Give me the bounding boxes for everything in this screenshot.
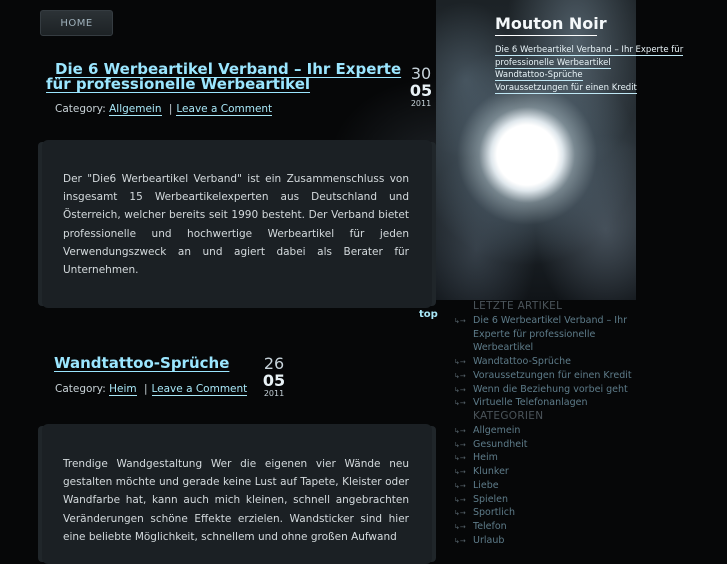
post-title-link-line2[interactable]: für professionelle Werbeartikel xyxy=(46,76,310,92)
post-date-day: 26 xyxy=(263,354,285,373)
post-content: Trendige Wandgestaltung Wer die eigenen … xyxy=(63,458,409,543)
title-underline xyxy=(495,35,597,36)
recent-post-item[interactable]: ↳→ Voraussetzungen für einen Kredit xyxy=(454,369,632,384)
category-link[interactable]: Heim xyxy=(109,383,137,396)
arrow-icon: ↳→ xyxy=(454,481,466,490)
recent-post-item[interactable]: ↳→ Wandtattoo-Sprüche xyxy=(454,355,571,370)
post-date-month: 05 xyxy=(409,81,433,100)
arrow-icon: ↳→ xyxy=(454,454,466,463)
post-date-year: 2011 xyxy=(410,99,432,108)
post-meta: Category: Allgemein | Leave a Comment xyxy=(55,103,273,116)
back-to-top-link[interactable]: top xyxy=(419,309,438,320)
category-item[interactable]: ↳→ Allgemein xyxy=(454,424,520,439)
header-recent-link[interactable]: Die 6 Werbeartikel Verband – Ihr Experte… xyxy=(495,44,684,57)
header-recent-link[interactable]: Wandtattoo-Sprüche xyxy=(495,69,583,82)
header-recent-link[interactable]: Voraussetzungen für einen Kredit xyxy=(495,82,637,95)
recent-post-item-cont[interactable]: Experte für professionelle xyxy=(473,328,595,342)
leave-comment-link[interactable]: Leave a Comment xyxy=(151,383,248,396)
arrow-icon: ↳→ xyxy=(454,399,466,408)
recent-post-item-cont[interactable]: Werbeartikel xyxy=(473,341,533,355)
post-date-month: 05 xyxy=(262,371,286,390)
post-content-box: Trendige Wandgestaltung Wer die eigenen … xyxy=(42,424,432,564)
category-item[interactable]: ↳→ Liebe xyxy=(454,479,499,494)
meta-separator: | xyxy=(143,383,148,395)
arrow-icon: ↳→ xyxy=(454,495,466,504)
post-date: 26 05 2011 xyxy=(258,355,290,399)
arrow-icon: ↳→ xyxy=(454,468,466,477)
category-label: Category: xyxy=(55,103,106,115)
category-link[interactable]: Allgemein xyxy=(109,103,162,116)
arrow-icon: ↳→ xyxy=(454,522,466,531)
header-recent-link[interactable]: professionelle Werbeartikel xyxy=(495,57,611,70)
arrow-icon: ↳→ xyxy=(454,427,466,435)
arrow-icon: ↳→ xyxy=(454,385,466,394)
arrow-icon: ↳→ xyxy=(454,358,466,367)
arrow-icon: ↳→ xyxy=(454,317,466,325)
post-meta: Category: Heim | Leave a Comment xyxy=(55,383,248,396)
post-date-day: 30 xyxy=(410,64,432,83)
arrow-icon: ↳→ xyxy=(454,440,466,449)
arrow-icon: ↳→ xyxy=(454,509,466,518)
post-content-box: Der "Die6 Werbeartikel Verband" ist ein … xyxy=(42,140,432,308)
post-title-link[interactable]: Wandtattoo-Sprüche xyxy=(54,355,229,371)
meta-separator: | xyxy=(168,103,173,115)
arrow-icon: ↳→ xyxy=(454,371,466,380)
category-item[interactable]: ↳→ Spielen xyxy=(454,493,508,508)
post-date: 30 05 2011 xyxy=(405,65,437,109)
recent-post-item[interactable]: ↳→ Wenn die Beziehung vorbei geht xyxy=(454,383,628,398)
category-item[interactable]: ↳→ Sportlich xyxy=(454,506,515,521)
recent-posts-heading: LETZTE ARTIKEL xyxy=(473,300,563,312)
recent-post-item[interactable]: ↳→ Virtuelle Telefonanlagen xyxy=(454,396,587,411)
categories-heading: KATEGORIEN xyxy=(473,410,544,422)
category-item[interactable]: ↳→ Gesundheit xyxy=(454,438,527,453)
nav-home-tab[interactable]: HOME xyxy=(40,10,113,36)
category-item[interactable]: ↳→ Urlaub xyxy=(454,534,504,549)
leave-comment-link[interactable]: Leave a Comment xyxy=(176,103,273,116)
category-item[interactable]: ↳→ Heim xyxy=(454,451,498,466)
category-item[interactable]: ↳→ Telefon xyxy=(454,520,507,535)
post-date-year: 2011 xyxy=(263,389,285,398)
category-label: Category: xyxy=(55,383,106,395)
post-content: Der "Die6 Werbeartikel Verband" ist ein … xyxy=(63,173,409,277)
recent-post-item[interactable]: ↳→ Die 6 Werbeartikel Verband – Ihr xyxy=(454,314,627,329)
blog-title[interactable]: Mouton Noir xyxy=(495,14,607,33)
category-item[interactable]: ↳→ Klunker xyxy=(454,465,509,480)
arrow-icon: ↳→ xyxy=(454,536,466,545)
